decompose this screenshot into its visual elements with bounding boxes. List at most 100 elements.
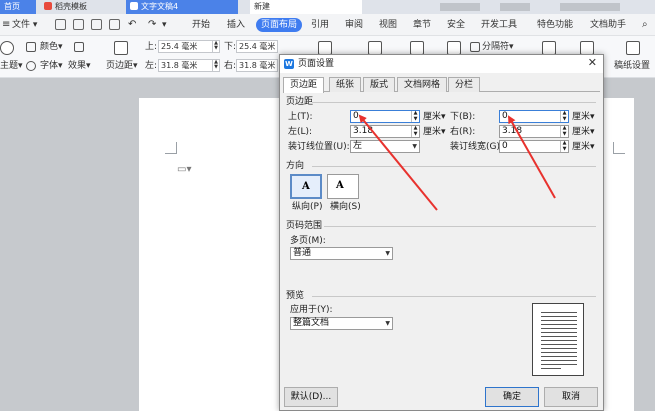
bottom-margin-field[interactable]: 0 ▲ ▼ [499, 110, 569, 123]
tab-home[interactable]: 首页 [0, 0, 36, 14]
colors-icon[interactable] [26, 42, 36, 52]
paragraph-layout-icon[interactable]: ▭▾ [177, 164, 191, 175]
menu-view[interactable]: 视图 [379, 18, 397, 32]
separator-icon[interactable] [470, 42, 480, 52]
left-margin-input[interactable]: 31.8 毫米 ▲ ▼ [158, 59, 220, 72]
writer-icon [130, 2, 138, 10]
more-icon[interactable]: ▾ [162, 18, 167, 32]
menu-home[interactable]: 开始 [192, 18, 210, 32]
fonts-button[interactable]: 字体▾ [40, 60, 63, 72]
spin-arrows[interactable]: ▲ ▼ [560, 110, 568, 122]
spin-arrows[interactable]: ▲ ▼ [560, 140, 568, 152]
gutter-width-value: 0 [502, 141, 508, 151]
undo-icon[interactable]: ↶ [128, 18, 136, 32]
menu-page-layout[interactable]: 页面布局 [256, 18, 303, 32]
manuscript-settings-button[interactable]: 稿纸设置 [614, 60, 650, 72]
portrait-button[interactable]: A [290, 174, 322, 199]
menu-chapter[interactable]: 章节 [413, 18, 431, 32]
tab-layout[interactable]: 版式 [363, 77, 396, 92]
print-icon[interactable] [91, 19, 102, 30]
tab-label: 文字文稿4 [141, 2, 179, 11]
unit-dropdown[interactable]: 厘米▾ [572, 112, 595, 123]
hamburger-menu-icon[interactable]: ≡ [2, 18, 10, 32]
menu-references[interactable]: 引用 [311, 18, 329, 32]
tab-margins[interactable]: 页边距 [283, 77, 325, 93]
spin-arrows[interactable]: ▲ ▼ [212, 60, 219, 71]
dialog-titlebar[interactable]: W 页面设置 ✕ [280, 55, 603, 73]
dialog-title: 页面设置 [298, 59, 335, 69]
portrait-label[interactable]: 纵向(P) [292, 202, 322, 213]
left-margin-value: 3.18 [353, 126, 374, 136]
margins-button[interactable]: 页边距▾ [106, 60, 138, 72]
menu-doc-assistant[interactable]: 文档助手 [590, 18, 626, 32]
landscape-button[interactable]: A [327, 174, 359, 199]
left-margin-field[interactable]: 3.18 ▲ ▼ [350, 125, 420, 138]
watermark-icon[interactable] [580, 41, 594, 55]
tab-docer-templates[interactable]: 稻壳模板 [40, 0, 120, 14]
spin-arrows[interactable]: ▲ ▼ [560, 125, 568, 137]
gutter-width-field[interactable]: 0 ▲ ▼ [499, 140, 569, 153]
search-icon[interactable]: ⌕ [642, 18, 648, 32]
multiple-pages-select[interactable]: 普通 ▼ [290, 247, 393, 260]
right-margin-label: 右(R): [450, 127, 476, 137]
paper-size-icon[interactable] [368, 41, 382, 55]
save-icon[interactable] [55, 19, 66, 30]
effects-button[interactable]: 效果▾ [68, 60, 91, 72]
tab-paper[interactable]: 纸张 [329, 77, 362, 92]
redo-icon[interactable]: ↷ [148, 18, 156, 32]
default-button[interactable]: 默认(D)... [284, 387, 338, 407]
menu-security[interactable]: 安全 [447, 18, 465, 32]
close-icon[interactable]: ✕ [588, 57, 597, 69]
bottom-margin-label: 下(B): [450, 112, 476, 122]
landscape-label[interactable]: 横向(S) [330, 202, 361, 213]
top-margin-field[interactable]: 0 ▲ ▼ [350, 110, 420, 123]
menu-developer[interactable]: 开发工具 [481, 18, 517, 32]
menu-review[interactable]: 审阅 [345, 18, 363, 32]
spin-arrows[interactable]: ▲ ▼ [411, 125, 419, 137]
right-margin-value: 3.18 [502, 126, 523, 136]
tab-columns[interactable]: 分栏 [448, 77, 481, 92]
unit-dropdown[interactable]: 厘米▾ [572, 127, 595, 138]
unit-dropdown[interactable]: 厘米▾ [572, 142, 595, 153]
preview-line [541, 332, 577, 333]
orientation-icon[interactable] [318, 41, 332, 55]
right-margin-field[interactable]: 3.18 ▲ ▼ [499, 125, 569, 138]
menu-insert[interactable]: 插入 [227, 18, 245, 32]
bottom-margin-value: 0 [502, 111, 508, 121]
colors-button[interactable]: 颜色▾ [40, 41, 63, 53]
columns-icon[interactable] [410, 41, 424, 55]
theme-icon[interactable] [0, 41, 14, 55]
spin-arrows[interactable]: ▲ ▼ [212, 41, 219, 52]
page-border-icon[interactable] [74, 42, 84, 52]
gutter-position-select[interactable]: 左 ▼ [350, 140, 420, 153]
tab-new[interactable]: 新建 [250, 0, 362, 14]
separator-button[interactable]: 分隔符▾ [482, 41, 514, 53]
gutter-width-label: 装订线宽(G): [450, 142, 504, 152]
tab-document-4[interactable]: 文字文稿4 [126, 0, 238, 14]
spin-arrows[interactable]: ▲ ▼ [411, 110, 419, 122]
text-direction-icon[interactable] [447, 41, 461, 55]
print-preview-icon[interactable] [109, 19, 120, 30]
file-menu[interactable]: 文件 ▾ [12, 18, 37, 32]
manuscript-paper-icon[interactable] [626, 41, 640, 55]
cancel-button[interactable]: 取消 [544, 387, 598, 407]
menu-special-features[interactable]: 特色功能 [537, 18, 573, 32]
theme-button[interactable]: 主题▾ [0, 60, 23, 72]
margins-icon[interactable] [114, 41, 128, 55]
page-background-icon[interactable] [542, 41, 556, 55]
export-pdf-icon[interactable] [73, 19, 84, 30]
tab-label: 新建 [254, 2, 270, 11]
apply-to-select[interactable]: 整篇文档 ▼ [290, 317, 393, 330]
orientation-group-title: 方向 [286, 161, 305, 171]
fonts-icon[interactable] [26, 61, 36, 71]
top-margin-input[interactable]: 25.4 毫米 ▲ ▼ [158, 40, 220, 53]
gutter-position-label: 装订线位置(U): [288, 142, 350, 152]
bottom-margin-input[interactable]: 25.4 毫米 [236, 40, 278, 53]
right-margin-input[interactable]: 31.8 毫米 [236, 59, 278, 72]
unit-dropdown[interactable]: 厘米▾ [423, 127, 446, 138]
ok-button[interactable]: 确定 [485, 387, 539, 407]
unit-dropdown[interactable]: 厘米▾ [423, 112, 446, 123]
chevron-down-icon: ▼ [385, 320, 390, 327]
tab-document-grid[interactable]: 文档网格 [397, 77, 448, 92]
left-margin-value: 31.8 毫米 [161, 61, 198, 70]
